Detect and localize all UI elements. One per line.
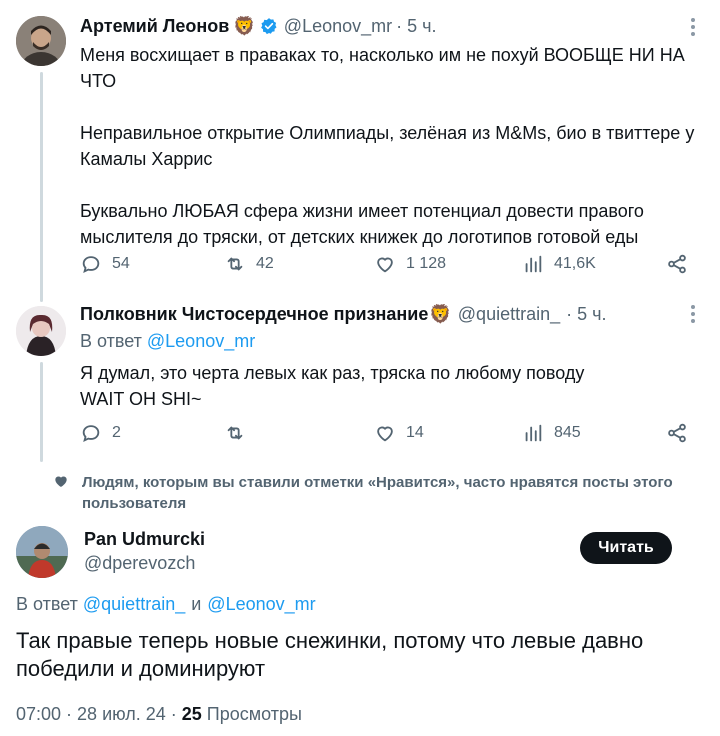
reply-count: 54 xyxy=(112,255,130,272)
reply-prefix: В ответ xyxy=(16,593,78,614)
views-button[interactable]: 845 xyxy=(522,422,581,444)
thread-line xyxy=(40,72,43,302)
reply-and: и xyxy=(191,593,202,614)
avatar[interactable] xyxy=(16,16,66,66)
reply-icon xyxy=(82,425,100,442)
retweet-icon xyxy=(227,426,243,440)
reply-to-link[interactable]: @quiettrain_ xyxy=(83,594,185,615)
main-author-name[interactable]: Pan Udmurcki xyxy=(84,528,205,550)
views-count: 41,6K xyxy=(554,255,596,272)
thread-line xyxy=(40,362,43,462)
share-button[interactable] xyxy=(666,422,688,444)
retweet-button[interactable] xyxy=(224,422,256,444)
tweet-paragraph: Буквально ЛЮБАЯ сфера жизни имеет потенц… xyxy=(80,201,644,247)
tweet-time[interactable]: · 5 ч. xyxy=(566,304,606,325)
lion-emoji: 🦁 xyxy=(233,15,256,36)
author-name[interactable]: Pan Udmurcki xyxy=(84,529,205,550)
retweet-button[interactable]: 42 xyxy=(224,253,274,275)
timestamp[interactable]: 07:00 · 28 июл. 24 · xyxy=(16,704,177,725)
reply-count: 2 xyxy=(112,424,121,441)
author-name[interactable]: Полковник Чистосердечное признание xyxy=(80,304,428,325)
share-icon xyxy=(668,254,686,274)
reply-to-link[interactable]: @Leonov_mr xyxy=(207,594,315,615)
tweet2-actions: 2 14 845 xyxy=(80,422,692,450)
views-count: 845 xyxy=(554,424,581,441)
tweet1-actions: 54 42 1 128 41,6K xyxy=(80,253,692,281)
tweet2-header: Полковник Чистосердечное признание 🦁 @qu… xyxy=(80,302,607,326)
views-chart-icon xyxy=(525,255,542,273)
tweet1-text: Меня восхищает в правaках то, насколько … xyxy=(80,42,700,250)
share-button[interactable] xyxy=(666,253,688,275)
tweet1-header: Артемий Леонов 🦁 @Leonov_mr · 5 ч. xyxy=(80,14,437,38)
reply-prefix: В ответ xyxy=(80,330,142,351)
views-count: 25 xyxy=(181,703,202,724)
reply-button[interactable]: 54 xyxy=(80,253,130,275)
views-label: Просмотры xyxy=(206,703,302,724)
heart-icon xyxy=(377,257,393,273)
main-author-handle[interactable]: @dperevozch xyxy=(84,552,195,574)
avatar[interactable] xyxy=(16,526,68,578)
like-count: 14 xyxy=(406,424,424,441)
tweet2-text: Я думал, это черта левых как раз, тряска… xyxy=(80,360,700,412)
like-count: 1 128 xyxy=(406,255,447,272)
like-button[interactable]: 1 128 xyxy=(374,253,446,275)
author-handle[interactable]: @dperevozch xyxy=(84,553,195,574)
reply-icon xyxy=(82,256,100,273)
main-reply-context: В ответ @quiettrain_ и @Leonov_mr xyxy=(16,592,316,616)
main-meta: 07:00 · 28 июл. 24 · 25 Просмотры xyxy=(16,702,302,726)
tweet-paragraph: Меня восхищает в правaках то, насколько … xyxy=(80,45,685,91)
suggestion-heart-icon xyxy=(53,473,69,494)
author-name[interactable]: Артемий Леонов xyxy=(80,16,229,37)
more-options-icon[interactable] xyxy=(690,305,696,323)
follow-button[interactable]: Читать xyxy=(580,532,672,564)
tweet-line: WAIT OH SHI~ xyxy=(80,389,202,409)
retweet-icon xyxy=(227,257,243,271)
lion-emoji: 🦁 xyxy=(429,303,452,324)
suggestion-text: Людям, которым вы ставили отметки «Нрави… xyxy=(82,474,673,512)
reply-button[interactable]: 2 xyxy=(80,422,121,444)
author-handle[interactable]: @quiettrain_ xyxy=(458,304,560,325)
views-button[interactable]: 41,6K xyxy=(522,253,596,275)
tweet-time[interactable]: · 5 ч. xyxy=(396,16,436,37)
tweet-paragraph: Неправильное открытие Олимпиады, зелёная… xyxy=(80,123,695,169)
reply-context: В ответ @Leonov_mr xyxy=(80,329,255,353)
author-handle[interactable]: @Leonov_mr xyxy=(284,16,392,37)
share-icon xyxy=(668,423,686,443)
verified-badge-icon xyxy=(260,17,278,35)
avatar[interactable] xyxy=(16,306,66,356)
tweet-line: Я думал, это черта левых как раз, тряска… xyxy=(80,363,585,383)
main-tweet-text: Так правые теперь новые снежинки, потому… xyxy=(16,628,644,681)
reply-to-link[interactable]: @Leonov_mr xyxy=(147,331,255,352)
heart-icon xyxy=(377,426,393,442)
like-button[interactable]: 14 xyxy=(374,422,424,444)
retweet-count: 42 xyxy=(256,255,274,272)
more-options-icon[interactable] xyxy=(690,18,696,36)
views-chart-icon xyxy=(525,424,542,442)
